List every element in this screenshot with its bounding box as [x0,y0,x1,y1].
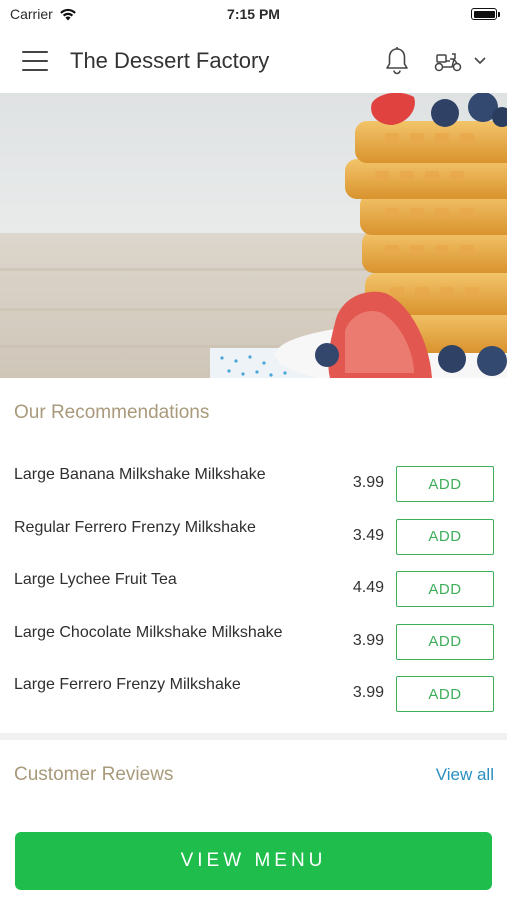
add-button[interactable]: ADD [396,676,494,712]
waffle-stack-image [0,93,507,378]
recommendations-title: Our Recommendations [14,402,210,423]
add-button[interactable]: ADD [396,571,494,607]
recommendations-list: Large Banana Milkshake Milkshake 3.99 AD… [0,458,507,721]
section-divider [0,733,507,740]
status-left: Carrier [10,6,77,22]
app-bar: The Dessert Factory [0,28,507,93]
view-all-link[interactable]: View all [436,765,494,785]
add-button[interactable]: ADD [396,466,494,502]
item-name: Large Ferrero Frenzy Milkshake [14,676,241,693]
item-price: 4.49 [352,579,384,596]
reviews-title: Customer Reviews [14,764,174,785]
delivery-mode-selector[interactable] [433,49,487,73]
view-menu-button[interactable]: VIEW MENU [15,832,492,890]
list-item: Large Banana Milkshake Milkshake 3.99 AD… [0,458,507,511]
hero-banner [0,93,507,378]
list-item: Large Chocolate Milkshake Milkshake 3.99… [0,616,507,669]
wifi-icon [59,8,76,20]
add-button[interactable]: ADD [396,623,494,660]
hamburger-menu-icon[interactable] [22,50,48,71]
carrier-label: Carrier [10,6,53,22]
item-name: Regular Ferrero Frenzy Milkshake [14,518,256,536]
item-name: Large Chocolate Milkshake Milkshake [14,623,283,641]
item-price: 3.49 [352,526,384,544]
battery-icon [471,8,500,20]
status-time: 7:15 PM [227,6,280,22]
status-bar: Carrier 7:15 PM [0,0,507,28]
list-item: Large Ferrero Frenzy Milkshake 3.99 ADD [0,668,507,721]
item-price: 3.99 [352,474,384,491]
item-price: 3.99 [352,631,384,649]
item-price: 3.99 [352,684,384,701]
chevron-down-icon [474,57,486,65]
list-item: Large Lychee Fruit Tea 4.49 ADD [0,563,507,616]
list-item: Regular Ferrero Frenzy Milkshake 3.49 AD… [0,511,507,564]
item-name: Large Lychee Fruit Tea [14,571,177,588]
item-name: Large Banana Milkshake Milkshake [14,466,266,483]
bell-icon[interactable] [383,46,411,76]
scooter-icon [434,52,462,71]
add-button[interactable]: ADD [396,518,494,555]
app-title: The Dessert Factory [70,47,270,73]
